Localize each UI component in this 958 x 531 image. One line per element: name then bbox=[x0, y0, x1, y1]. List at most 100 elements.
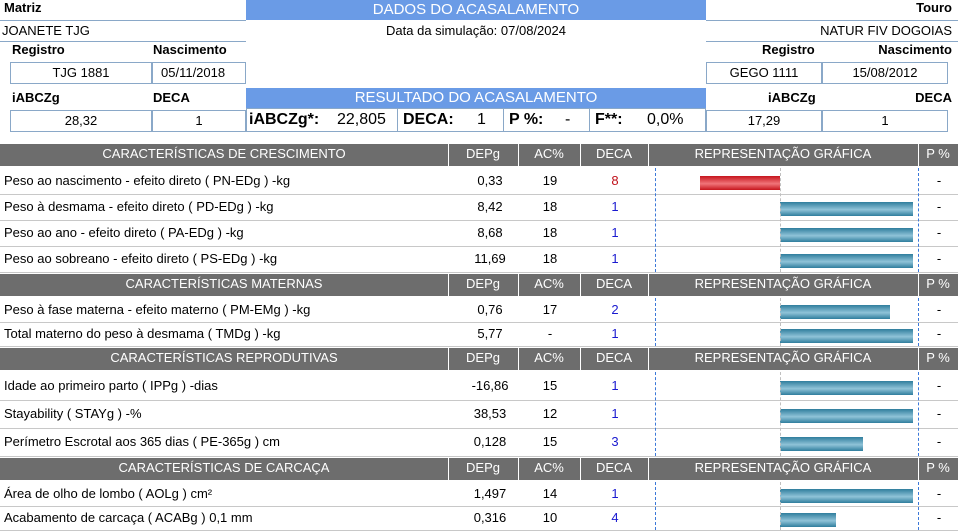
ac-value: 17 bbox=[542, 302, 558, 317]
deca-value: 1 bbox=[611, 199, 619, 214]
graph-bar bbox=[780, 489, 913, 503]
p-value: - bbox=[936, 406, 942, 421]
graph-bar bbox=[780, 437, 863, 451]
col-rep-header: REPRESENTAÇÃO GRÁFICA bbox=[694, 146, 872, 161]
ac-value: 14 bbox=[542, 486, 558, 501]
characteristic-name: Acabamento de carcaça ( ACABg ) 0,1 mm bbox=[4, 510, 253, 525]
ac-value: 12 bbox=[542, 406, 558, 421]
characteristic-name: Peso ao nascimento - efeito direto ( PN-… bbox=[4, 173, 291, 188]
p-value: - bbox=[936, 378, 942, 393]
touro-registro-value: GEGO 1111 bbox=[706, 62, 822, 84]
p-value: - bbox=[936, 302, 942, 317]
deca-value: 1 bbox=[611, 486, 619, 501]
section-header: CARACTERÍSTICAS MATERNAS DEPg AC% DECA REPRE… bbox=[0, 274, 958, 296]
result-iabczg-value: 22,805 bbox=[337, 111, 386, 128]
matriz-registro-value: TJG 1881 bbox=[10, 62, 152, 84]
col-deca-header: DECA bbox=[595, 350, 633, 365]
section-header: CARACTERÍSTICAS DE CRESCIMENTO DEPg AC% DEC… bbox=[0, 144, 958, 166]
graph-bar bbox=[780, 228, 913, 242]
ac-value: 10 bbox=[542, 510, 558, 525]
touro-name: NATUR FIV DOGOIAS bbox=[820, 23, 952, 38]
deca-value: 1 bbox=[611, 326, 619, 341]
graph-bar bbox=[780, 202, 913, 216]
deca-value: 1 bbox=[611, 406, 619, 421]
ac-value: 18 bbox=[542, 251, 558, 266]
col-depg-header: DEPg bbox=[466, 460, 500, 475]
col-p-header: P % bbox=[926, 146, 950, 161]
col-depg-header: DEPg bbox=[466, 276, 500, 291]
ac-value: 15 bbox=[542, 434, 558, 449]
deca-value: 2 bbox=[611, 302, 619, 317]
characteristic-name: Idade ao primeiro parto ( IPPg ) -dias bbox=[4, 378, 218, 393]
characteristic-name: Peso ao ano - efeito direto ( PA-EDg ) -… bbox=[4, 225, 244, 240]
section-header: CARACTERÍSTICAS REPRODUTIVAS DEPg AC% DECA R… bbox=[0, 348, 958, 370]
result-deca-label: DECA: bbox=[403, 111, 454, 128]
result-box: iABCZg*: 22,805 DECA: 1 P %: - F**: 0,0% bbox=[246, 108, 706, 132]
col-deca-header: DECA bbox=[595, 460, 633, 475]
col-p-header: P % bbox=[926, 350, 950, 365]
table-row: Total materno do peso à desmama ( TMDg )… bbox=[0, 322, 958, 347]
deca-value: 4 bbox=[611, 510, 619, 525]
touro-iabczg-label: iABCZg bbox=[768, 90, 816, 105]
table-row: Peso à desmama - efeito direto ( PD-EDg … bbox=[0, 194, 958, 221]
p-value: - bbox=[936, 486, 942, 501]
matriz-nascimento-label: Nascimento bbox=[153, 42, 227, 57]
table-row: Peso ao ano - efeito direto ( PA-EDg ) -… bbox=[0, 220, 958, 247]
col-ac-header: AC% bbox=[534, 350, 564, 365]
resultado-acasalamento-title: RESULTADO DO ACASALAMENTO bbox=[246, 88, 706, 108]
p-value: - bbox=[936, 173, 942, 188]
deca-value: 1 bbox=[611, 378, 619, 393]
table-row: Peso à fase materna - efeito materno ( P… bbox=[0, 298, 958, 323]
col-depg-header: DEPg bbox=[466, 350, 500, 365]
ac-value: - bbox=[547, 326, 553, 341]
ac-value: 15 bbox=[542, 378, 558, 393]
matriz-deca-value: 1 bbox=[152, 110, 246, 132]
col-rep-header: REPRESENTAÇÃO GRÁFICA bbox=[694, 276, 872, 291]
graph-bar bbox=[780, 305, 890, 319]
characteristic-name: Peso à desmama - efeito direto ( PD-EDg … bbox=[4, 199, 274, 214]
col-rep-header: REPRESENTAÇÃO GRÁFICA bbox=[694, 350, 872, 365]
characteristics-table: CARACTERÍSTICAS DE CRESCIMENTO DEPg AC% DEC… bbox=[0, 144, 958, 531]
col-p-header: P % bbox=[926, 276, 950, 291]
dados-acasalamento-title: DADOS DO ACASALAMENTO bbox=[246, 0, 706, 20]
table-row: Idade ao primeiro parto ( IPPg ) -dias - 1… bbox=[0, 372, 958, 401]
matriz-registro-label: Registro bbox=[12, 42, 65, 57]
touro-label: Touro bbox=[916, 0, 952, 15]
p-value: - bbox=[936, 225, 942, 240]
result-p-value: - bbox=[565, 111, 571, 128]
graph-bar bbox=[780, 254, 913, 268]
graph-bar bbox=[700, 176, 780, 190]
result-f-label: F**: bbox=[595, 111, 623, 128]
col-depg-header: DEPg bbox=[466, 146, 500, 161]
touro-deca-value: 1 bbox=[822, 110, 948, 132]
table-row: Área de olho de lombo ( AOLg ) cm² 1,497 1… bbox=[0, 482, 958, 507]
matriz-label: Matriz bbox=[4, 0, 42, 15]
characteristic-name: Peso à fase materna - efeito materno ( P… bbox=[4, 302, 311, 317]
p-value: - bbox=[936, 510, 942, 525]
section-title: CARACTERÍSTICAS REPRODUTIVAS bbox=[110, 350, 338, 365]
section-title: CARACTERÍSTICAS MATERNAS bbox=[125, 276, 323, 291]
graph-bar bbox=[780, 381, 913, 395]
touro-nascimento-label: Nascimento bbox=[878, 42, 952, 57]
col-ac-header: AC% bbox=[534, 460, 564, 475]
ac-value: 19 bbox=[542, 173, 558, 188]
characteristic-name: Total materno do peso à desmama ( TMDg )… bbox=[4, 326, 281, 341]
graph-bar bbox=[780, 329, 913, 343]
simulation-date: Data da simulação: 07/08/2024 bbox=[386, 23, 566, 38]
deca-value: 8 bbox=[611, 173, 619, 188]
p-value: - bbox=[936, 199, 942, 214]
p-value: - bbox=[936, 434, 942, 449]
col-ac-header: AC% bbox=[534, 146, 564, 161]
result-iabczg-label: iABCZg*: bbox=[249, 111, 320, 128]
matriz-nascimento-value: 05/11/2018 bbox=[152, 62, 246, 84]
table-row: Stayability ( STAYg ) -% 38,53 12 1- bbox=[0, 400, 958, 429]
section-header: CARACTERÍSTICAS DE CARCAÇA DEPg AC% DECA REP… bbox=[0, 458, 958, 480]
table-row: Peso ao nascimento - efeito direto ( PN-… bbox=[0, 168, 958, 195]
section-title: CARACTERÍSTICAS DE CARCAÇA bbox=[118, 460, 330, 475]
graph-bar bbox=[780, 409, 913, 423]
table-row: Perímetro Escrotal aos 365 dias ( PE-365… bbox=[0, 428, 958, 457]
ac-value: 18 bbox=[542, 199, 558, 214]
table-row: Peso ao sobreano - efeito direto ( PS-ED… bbox=[0, 246, 958, 273]
touro-iabczg-value: 17,29 bbox=[706, 110, 822, 132]
col-rep-header: REPRESENTAÇÃO GRÁFICA bbox=[694, 460, 872, 475]
